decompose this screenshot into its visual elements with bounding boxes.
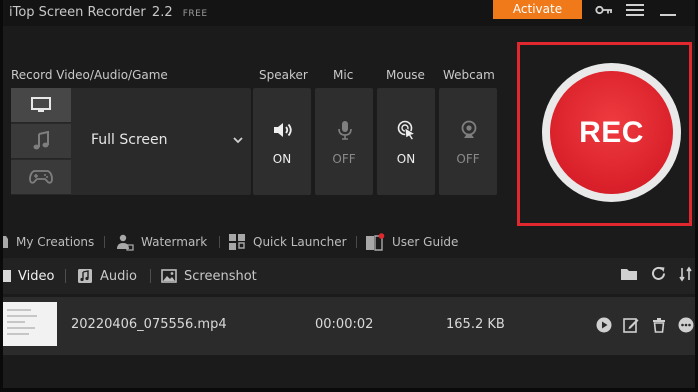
edit-icon[interactable] <box>623 317 639 333</box>
source-tab-audio[interactable] <box>11 124 71 159</box>
rec-button-ring: REC <box>542 63 681 202</box>
hamburger-menu-icon[interactable] <box>625 3 645 17</box>
tab-video-label: Video <box>18 268 55 284</box>
tab-audio-label: Audio <box>100 268 137 284</box>
capture-mode-dropdown[interactable]: Full Screen <box>83 128 248 152</box>
app-window: iTop Screen Recorder 2.2 FREE Activate R… <box>3 0 695 388</box>
my-creations-icon <box>3 236 8 248</box>
gamepad-icon <box>29 170 53 184</box>
mouse-toggle[interactable]: ON <box>377 88 435 195</box>
watermark-label: Watermark <box>141 235 208 249</box>
app-version: 2.2 <box>151 5 173 20</box>
mic-label: Mic <box>333 68 354 82</box>
speaker-icon <box>274 123 292 137</box>
quick-launcher-label: Quick Launcher <box>253 235 347 249</box>
refresh-icon[interactable] <box>650 265 667 282</box>
tab-video[interactable]: Video <box>3 267 54 285</box>
key-icon[interactable] <box>595 4 613 16</box>
capture-mode-value: Full Screen <box>91 132 168 148</box>
my-creations-label: My Creations <box>16 235 95 249</box>
activate-button[interactable]: Activate <box>493 0 582 19</box>
app-name: iTop Screen Recorder <box>9 5 146 20</box>
video-icon <box>3 270 11 282</box>
edition-badge: FREE <box>182 9 208 19</box>
table-row[interactable]: 20220406_075556.mp4 00:00:02 165.2 KB <box>3 297 695 355</box>
speaker-toggle[interactable]: ON <box>253 88 311 195</box>
my-creations-button[interactable]: My Creations <box>3 232 94 252</box>
tab-divider <box>65 269 66 283</box>
tab-audio[interactable]: Audio <box>77 267 137 285</box>
minimize-icon[interactable] <box>658 3 678 17</box>
user-guide-button[interactable]: User Guide <box>365 232 458 252</box>
monitor-icon <box>31 97 51 112</box>
mouse-label: Mouse <box>386 68 425 82</box>
mouse-click-icon <box>397 120 417 140</box>
file-size: 165.2 KB <box>446 317 505 332</box>
watermark-icon <box>117 234 134 251</box>
file-name: 20220406_075556.mp4 <box>71 317 227 332</box>
more-options-icon[interactable] <box>678 317 694 333</box>
watermark-button[interactable]: Watermark <box>116 232 207 252</box>
rec-button[interactable]: REC <box>550 71 673 194</box>
webcam-icon <box>461 120 477 138</box>
user-guide-icon <box>366 233 385 251</box>
microphone-icon <box>338 121 352 140</box>
speaker-state: ON <box>272 152 292 166</box>
speaker-label: Speaker <box>259 68 308 82</box>
audio-file-icon <box>78 269 92 283</box>
toolbar-divider <box>104 236 105 248</box>
music-note-icon <box>33 131 49 150</box>
source-tab-game[interactable] <box>11 160 71 195</box>
toolbar-divider <box>356 236 357 248</box>
quick-launcher-icon <box>229 234 245 250</box>
folder-icon[interactable] <box>620 266 638 282</box>
tab-screenshot[interactable]: Screenshot <box>161 267 257 285</box>
file-type-tabs: Video Audio Screenshot <box>3 258 695 294</box>
image-icon <box>161 269 177 283</box>
mic-toggle[interactable]: OFF <box>315 88 373 195</box>
quick-launcher-button[interactable]: Quick Launcher <box>228 232 347 252</box>
user-guide-label: User Guide <box>392 235 459 249</box>
source-tab-screen[interactable] <box>11 88 71 123</box>
webcam-label: Webcam <box>443 68 495 82</box>
video-thumbnail <box>3 302 57 346</box>
webcam-state: OFF <box>456 152 480 166</box>
app-title: iTop Screen Recorder 2.2 FREE <box>9 5 208 20</box>
mic-state: OFF <box>332 152 356 166</box>
rec-button-label: REC <box>579 115 644 149</box>
mouse-state: ON <box>396 152 416 166</box>
webcam-toggle[interactable]: OFF <box>439 88 497 195</box>
toolbar-divider <box>219 236 220 248</box>
title-bar: iTop Screen Recorder 2.2 FREE Activate <box>3 0 695 26</box>
record-section-label: Record Video/Audio/Game <box>11 68 168 82</box>
sort-icon[interactable] <box>679 266 693 282</box>
play-icon[interactable] <box>596 317 612 333</box>
tab-screenshot-label: Screenshot <box>184 268 257 284</box>
trash-icon[interactable] <box>651 317 667 333</box>
record-source-panel: Full Screen <box>11 88 251 195</box>
chevron-down-icon <box>233 137 243 144</box>
rec-highlight-frame: REC <box>517 42 692 226</box>
tab-divider <box>150 269 151 283</box>
file-duration: 00:00:02 <box>315 317 374 332</box>
